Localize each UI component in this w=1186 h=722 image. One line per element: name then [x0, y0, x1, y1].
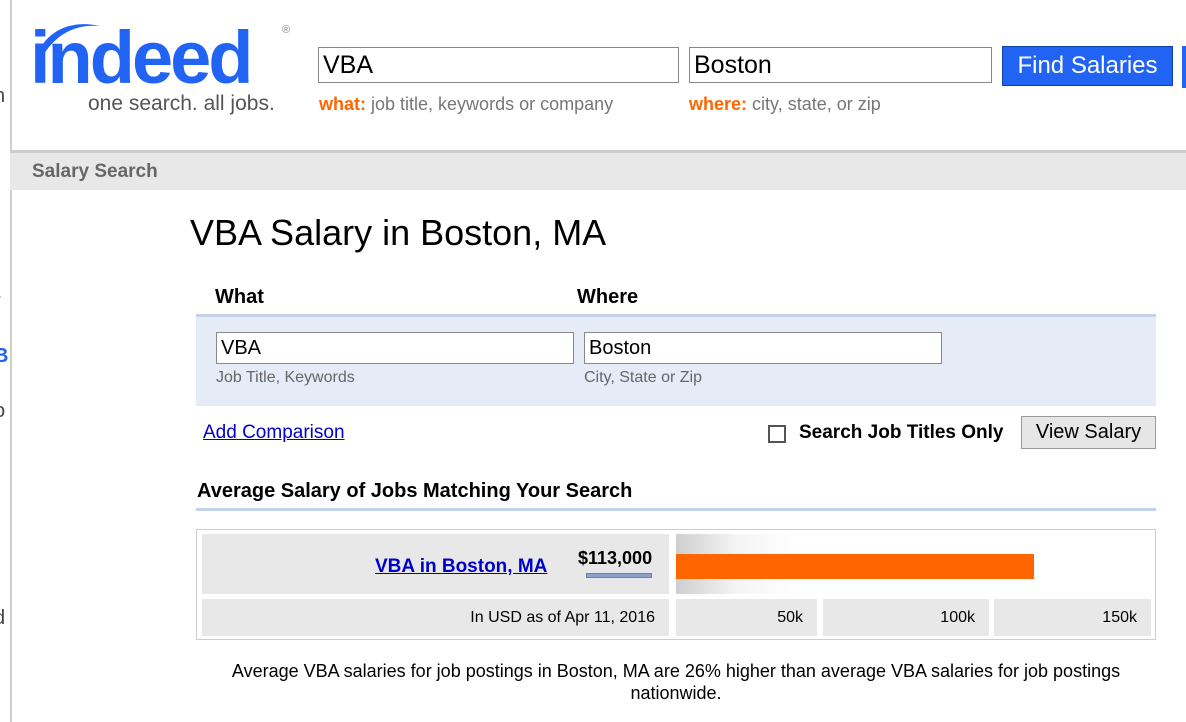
- logo-tagline: one search. all jobs.: [88, 92, 275, 115]
- subnav-title: Salary Search: [32, 161, 158, 182]
- indeed-logo[interactable]: indeed ® one search. all jobs.: [30, 18, 300, 118]
- salary-value: $113,000: [578, 548, 653, 568]
- where-hint-text: city, state, or zip: [752, 94, 881, 114]
- where-column-label: Where: [577, 286, 639, 308]
- add-comparison-link[interactable]: Add Comparison: [203, 422, 345, 444]
- what-label: what:: [319, 94, 366, 114]
- where-label: where:: [689, 94, 748, 114]
- clipped-glyph: o: [0, 400, 5, 423]
- clipped-glyph: n: [0, 85, 5, 108]
- clipped-glyph: B: [0, 345, 9, 367]
- header-where-hint: where: city, state, or zip: [689, 94, 881, 115]
- header-where-input[interactable]: Boston: [689, 47, 992, 83]
- job-location-link[interactable]: VBA in Boston, MA: [375, 556, 547, 578]
- clipped-button-edge: [1182, 46, 1186, 88]
- where-field[interactable]: Boston: [584, 332, 942, 364]
- salary-bar: [676, 554, 1034, 579]
- currency-note: In USD as of Apr 11, 2016: [202, 599, 669, 636]
- header-what-input[interactable]: VBA: [318, 47, 679, 83]
- clipped-glyph: r: [0, 290, 1, 313]
- header-what-hint: what: job title, keywords or company: [319, 94, 613, 115]
- where-field-hint: City, State or Zip: [584, 369, 702, 386]
- what-field[interactable]: VBA: [216, 332, 574, 364]
- tick-label-100k: 100k: [823, 599, 989, 636]
- titles-only-label: Search Job Titles Only: [799, 422, 1004, 443]
- salary-bar-area: [676, 534, 1151, 594]
- search-form-panel: VBA Boston Job Title, Keywords City, Sta…: [196, 314, 1156, 406]
- clipped-glyph: d: [0, 607, 5, 630]
- titles-only-checkbox[interactable]: [768, 425, 786, 443]
- what-hint-text: job title, keywords or company: [371, 94, 614, 114]
- salary-row-label-cell: VBA in Boston, MA $113,000: [202, 534, 669, 594]
- view-salary-button[interactable]: View Salary: [1021, 416, 1156, 449]
- salary-table: VBA in Boston, MA $113,000 In USD as of …: [196, 529, 1156, 640]
- what-column-label: What: [215, 286, 264, 308]
- salary-marker: [586, 573, 652, 578]
- page-title: VBA Salary in Boston, MA: [190, 212, 607, 253]
- find-salaries-button[interactable]: Find Salaries: [1002, 46, 1173, 86]
- results-section-title: Average Salary of Jobs Matching Your Sea…: [197, 480, 633, 502]
- registered-mark: ®: [282, 24, 291, 36]
- section-rule: [196, 508, 1156, 511]
- tick-label-150k: 150k: [994, 599, 1151, 636]
- tick-label-50k: 50k: [676, 599, 817, 636]
- logo-wordmark: indeed: [30, 16, 253, 99]
- subnav-bar: Salary Search: [10, 153, 1186, 190]
- salary-summary: Average VBA salaries for job postings in…: [231, 661, 1121, 703]
- what-field-hint: Job Title, Keywords: [216, 369, 355, 386]
- background-window-edge: n r B o [ i d: [0, 0, 12, 722]
